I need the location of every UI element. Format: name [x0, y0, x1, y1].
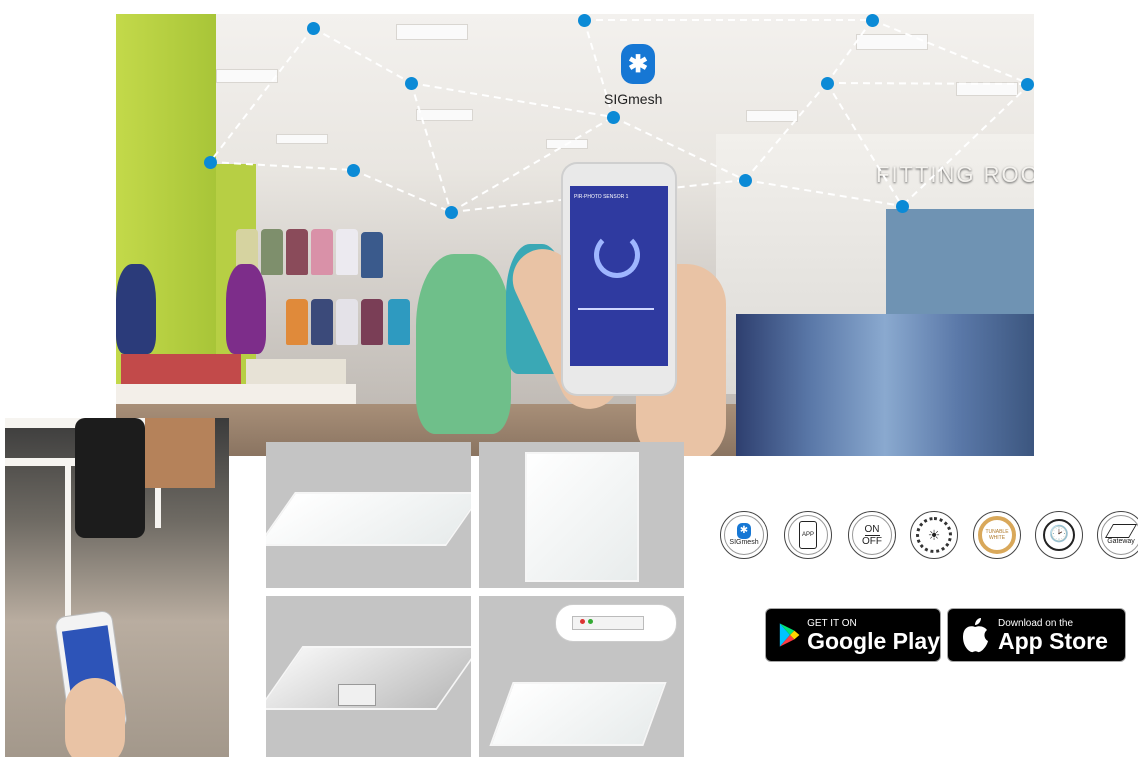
gateway-label: Gateway	[1107, 538, 1135, 545]
led-panel	[266, 492, 471, 546]
google-play-small-text: GET IT ON	[807, 617, 857, 629]
indicator-light	[580, 619, 585, 624]
mesh-node	[1021, 78, 1034, 91]
app-title: PIR-PHOTO SENSOR 1	[574, 194, 629, 200]
led-panel	[525, 452, 639, 582]
hand	[65, 678, 125, 757]
gateway-icon: Gateway	[1097, 511, 1138, 559]
product-photos	[266, 442, 684, 757]
mesh-node	[307, 22, 320, 35]
app-icon-label: APP	[801, 532, 814, 538]
smartphone-icon: APP	[784, 511, 832, 559]
panel-back-photo	[266, 596, 471, 757]
panel-sensor-photo	[479, 596, 684, 757]
app-screen: PIR-PHOTO SENSOR 1	[570, 186, 668, 366]
white-label: WHITE	[988, 535, 1006, 541]
cabinet	[145, 418, 215, 488]
panel-angle-photo	[266, 442, 471, 588]
mesh-node	[445, 206, 458, 219]
mesh-node	[866, 14, 879, 27]
bluetooth-icon: ✱	[621, 44, 655, 84]
apple-icon	[963, 618, 988, 653]
desk	[5, 458, 75, 466]
office-image	[5, 418, 229, 757]
power-icon: ON OFF	[848, 511, 896, 559]
off-label: OFF	[862, 535, 882, 547]
brightness-slider	[578, 308, 654, 310]
bluetooth-icon: ✱ SIGmesh	[720, 511, 768, 559]
sigmesh-icon-label: SIGmesh	[729, 539, 759, 546]
app-store-button[interactable]: Download on the App Store	[947, 608, 1126, 662]
google-play-icon	[779, 623, 800, 647]
clock-icon: 🕑	[1035, 511, 1083, 559]
google-play-button[interactable]: GET IT ON Google Play	[765, 608, 941, 662]
sensor-callout	[555, 604, 677, 642]
store-hero-image: FITTING ROO ✱ SIGmesh PIR-PHOTO SENSOR 1	[116, 14, 1034, 456]
mesh-node	[347, 164, 360, 177]
app-store-small-text: Download on the	[998, 617, 1074, 629]
mesh-node	[739, 174, 752, 187]
dimming-icon: ☀	[910, 511, 958, 559]
smartphone: PIR-PHOTO SENSOR 1	[563, 164, 675, 394]
app-store-big-text: App Store	[998, 627, 1108, 654]
sigmesh-label: SIGmesh	[604, 91, 663, 107]
led-panel	[489, 682, 667, 746]
mesh-node	[204, 156, 217, 169]
panel-front-photo	[479, 442, 684, 588]
mesh-node	[607, 111, 620, 124]
brightness-ring	[594, 232, 640, 278]
color-temperature-icon: TUNABLE WHITE	[973, 511, 1021, 559]
on-label: ON	[864, 523, 880, 536]
mesh-node	[896, 200, 909, 213]
indicator-light	[588, 619, 593, 624]
google-play-big-text: Google Play	[807, 627, 940, 654]
mesh-node	[578, 14, 591, 27]
mesh-node	[821, 77, 834, 90]
mesh-node	[405, 77, 418, 90]
driver-box	[338, 684, 376, 706]
office-chair	[75, 418, 145, 538]
